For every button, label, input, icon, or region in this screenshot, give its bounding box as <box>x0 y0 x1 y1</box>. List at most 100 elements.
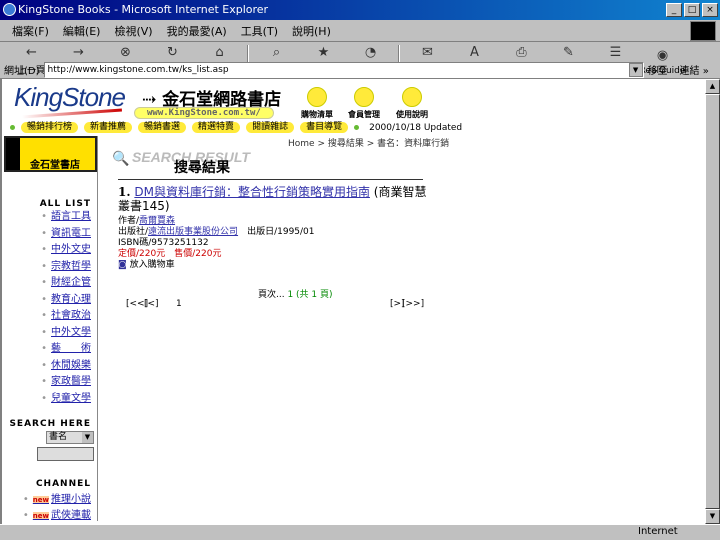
top-nav: 暢銷排行榜 新書推薦 暢銷書選 精選特賣 閱讀雜誌 書目導覽 2000/10/18 Upda… <box>10 122 462 133</box>
toolbar-icon-8: ✉ <box>422 45 433 60</box>
category-link[interactable]: 社會政治 <box>41 309 91 322</box>
shopping-list-link[interactable]: 購物清單 <box>292 87 342 120</box>
toolbar-icon-7: ◔ <box>364 45 377 60</box>
links-button[interactable]: 連結 » <box>680 62 709 77</box>
sale-price: 售價/220元 <box>174 249 222 259</box>
brand-banner[interactable]: 金石堂書店 <box>4 136 97 172</box>
close-button[interactable]: × <box>702 3 718 17</box>
menu-bar: 檔案(F) 編輯(E) 檢視(V) 我的最愛(A) 工具(T) 說明(H) <box>0 20 720 42</box>
nav-tab-4[interactable]: 閱讀雜誌 <box>246 122 295 133</box>
help-link[interactable]: 使用說明 <box>387 87 437 120</box>
list-price: 定價/220元 <box>118 249 166 259</box>
window-title: KingStone Books - Microsoft Internet Exp… <box>18 3 269 16</box>
category-link[interactable]: 語言工具 <box>41 210 91 223</box>
page-info: 頁次... 1 (共 1 頁) <box>258 290 333 300</box>
nav-tab-3[interactable]: 精選特賣 <box>192 122 241 133</box>
category-link[interactable]: 宗教哲學 <box>41 260 91 273</box>
menu-item[interactable]: 檔案(F) <box>12 23 49 39</box>
address-input[interactable]: http://www.kingstone.com.tw/ks_list.asp ▼ <box>43 61 644 78</box>
new-badge: new <box>32 512 49 520</box>
go-button[interactable]: 移至 <box>648 62 668 77</box>
publisher-link[interactable]: 遠流出版事業股份公司 <box>148 227 238 237</box>
channel-label: 武俠連載 <box>51 510 91 521</box>
nav-tab-2[interactable]: 暢銷書選 <box>138 122 187 133</box>
toolbar-icon-9: A <box>470 45 479 60</box>
help-icon <box>402 87 422 107</box>
category-link[interactable]: 兒童文學 <box>41 392 91 405</box>
new-badge: new <box>32 496 49 504</box>
toolbar-icon-4: ⌂ <box>215 45 224 60</box>
channel-link[interactable]: new武俠連載 <box>23 509 91 523</box>
kingstone-logo[interactable]: KingStone <box>14 82 126 113</box>
isbn: ISBN碼/9573251132 <box>118 238 209 248</box>
category-link[interactable]: 中外文史 <box>41 243 91 256</box>
update-date: 2000/10/18 Updated <box>369 122 463 133</box>
title-bar: KingStone Books - Microsoft Internet Exp… <box>0 0 720 20</box>
nav-tab-5[interactable]: 書目導覽 <box>300 122 349 133</box>
toolbar-icon-10: ⎙ <box>516 45 527 60</box>
pub-date: 出版日/1995/01 <box>247 227 315 237</box>
page-content: KingStone ⇢ 金石堂網路書店 www.KingStone.com.tw… <box>0 79 705 524</box>
book-number: 1. <box>118 185 131 199</box>
category-link[interactable]: 財經企管 <box>41 276 91 289</box>
toolbar-icon-1: → <box>73 45 84 60</box>
address-bar: 網址(D) http://www.kingstone.com.tw/ks_lis… <box>0 60 720 79</box>
toolbar-icon-6: ★ <box>317 45 330 60</box>
all-list-heading: ALL LIST <box>39 199 91 209</box>
divider <box>118 179 423 180</box>
search-here-heading: SEARCH HERE <box>9 419 91 429</box>
author-link[interactable]: 喬爾賈森 <box>139 216 175 226</box>
minimize-button[interactable]: _ <box>666 3 682 17</box>
internet-zone: Internet <box>638 526 678 537</box>
address-url: http://www.kingstone.com.tw/ks_list.asp <box>47 64 229 75</box>
add-to-cart-button[interactable]: ◙ 放入購物車 <box>118 260 315 271</box>
member-link[interactable]: 會員管理 <box>339 87 389 120</box>
search-result-title: 搜尋結果 <box>174 160 230 176</box>
prev-page-link[interactable]: [<] <box>144 299 159 309</box>
book-title-link[interactable]: DM與資料庫行銷：整合性行銷策略實用指南 <box>134 185 370 199</box>
toolbar-icon-11: ✎ <box>563 45 574 60</box>
menu-item[interactable]: 編輯(E) <box>63 23 101 39</box>
cart-icon <box>307 87 327 107</box>
channel-label: 推理小說 <box>51 494 91 505</box>
nav-dot <box>354 125 360 130</box>
magnifier-icon: 🔍 <box>112 151 130 167</box>
address-label: 網址(D) <box>4 66 40 77</box>
ie-logo-icon <box>690 21 716 41</box>
category-link[interactable]: 家政醫學 <box>41 375 91 388</box>
category-link[interactable]: 教育心理 <box>41 293 91 306</box>
nav-tab-1[interactable]: 新書推薦 <box>84 122 133 133</box>
page-1-link[interactable]: 1 <box>176 299 182 309</box>
menu-item[interactable]: 我的最愛(A) <box>167 23 227 39</box>
toolbar-icon-0: ← <box>26 45 37 60</box>
toolbar-icon-3: ↻ <box>167 45 178 60</box>
menu-item[interactable]: 工具(T) <box>241 23 278 39</box>
scroll-down-button[interactable]: ▼ <box>705 509 720 524</box>
category-link[interactable]: 藝 術 <box>41 342 91 355</box>
nav-tab-0[interactable]: 暢銷排行榜 <box>21 122 79 133</box>
toolbar-icon-2: ⊗ <box>120 45 131 60</box>
address-dropdown[interactable]: ▼ <box>628 62 643 77</box>
nav-dot <box>10 125 15 130</box>
channel-link[interactable]: new推理小說 <box>23 493 91 507</box>
search-type-select[interactable]: 書名 ▼ <box>46 431 94 444</box>
menu-item[interactable]: 檢視(V) <box>114 23 152 39</box>
channel-heading: CHANNEL <box>35 479 91 489</box>
category-link[interactable]: 中外文學 <box>41 326 91 339</box>
cart-icon: ◙ <box>118 260 127 270</box>
maximize-button[interactable]: □ <box>684 3 700 17</box>
menu-item[interactable]: 說明(H) <box>292 23 331 39</box>
toolbar-icon-12: ☰ <box>609 45 622 60</box>
scroll-up-button[interactable]: ▲ <box>705 79 720 94</box>
vertical-scrollbar[interactable]: ▲ ▼ <box>705 79 720 524</box>
category-link[interactable]: 資訊電工 <box>41 227 91 240</box>
store-url: www.KingStone.com.tw/ <box>134 107 274 119</box>
scroll-thumb[interactable] <box>705 94 720 509</box>
category-link[interactable]: 休閒娛樂 <box>41 359 91 372</box>
book-entry: 1. DM與資料庫行銷：整合性行銷策略實用指南 (商業智慧叢書145) <box>118 185 428 213</box>
status-bar: Internet <box>0 524 720 540</box>
last-page-link[interactable]: [>>] <box>402 299 424 309</box>
book-details: 作者/喬爾賈森 出版社/遠流出版事業股份公司 出版日/1995/01 ISBN碼… <box>118 216 315 271</box>
breadcrumb: Home > 搜尋結果 > 書名：資料庫行銷 <box>288 139 450 149</box>
search-input[interactable] <box>37 447 94 461</box>
